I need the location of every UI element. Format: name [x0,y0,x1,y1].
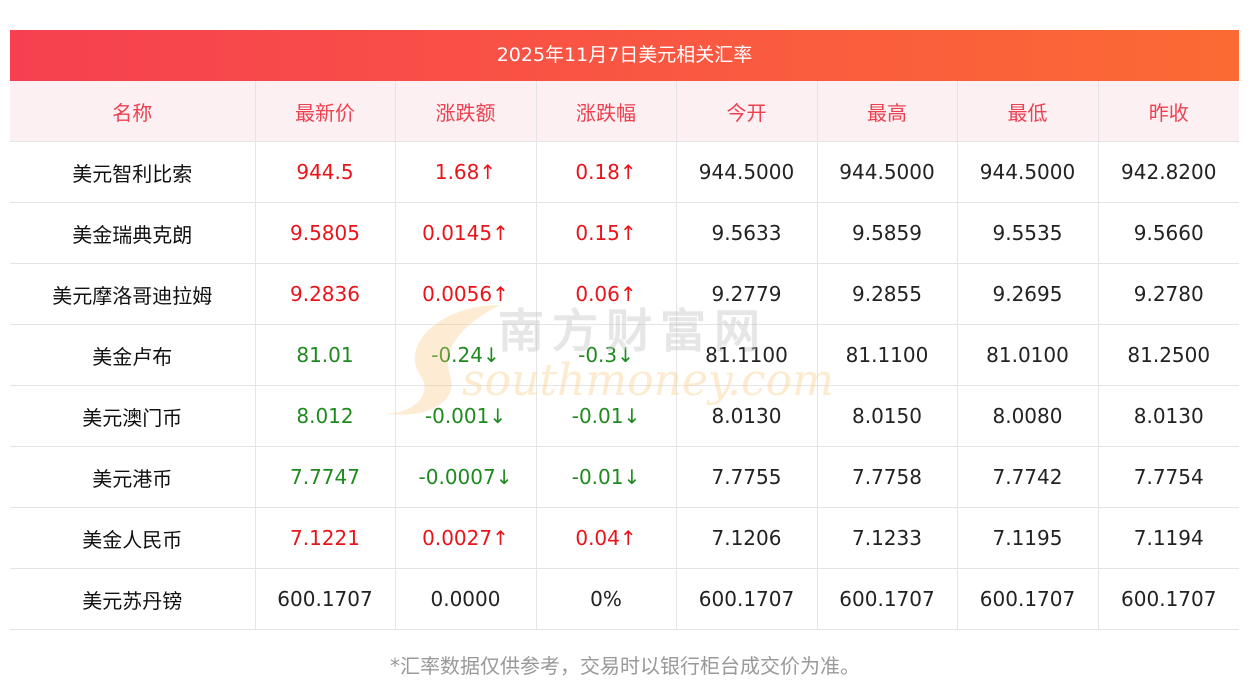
table-row: 美元苏丹镑 600.1707 0.0000 0% 600.1707 600.1707 600… [10,568,1239,630]
table-title: 2025年11月7日美元相关汇率 [10,30,1239,81]
column-header-prev-close: 昨收 [1098,81,1239,142]
cell-prev-close: 600.1707 [1098,568,1239,630]
cell-name: 美元智利比索 [10,141,256,203]
cell-prev-close: 7.7754 [1098,446,1239,508]
cell-high: 8.0150 [817,385,958,447]
table-row: 美金卢布 81.01 -0.24↓ -0.3↓ 81.1100 81.1100 81.010… [10,324,1239,386]
cell-change: 0.0056↑ [395,263,537,325]
column-header-low: 最低 [957,81,1099,142]
cell-change: 0.0145↑ [395,202,537,264]
cell-change: -0.0007↓ [395,446,537,508]
cell-change: -0.24↓ [395,324,537,386]
disclaimer-note: *汇率数据仅供参考，交易时以银行柜台成交价为准。 [390,654,860,678]
cell-change-pct: -0.01↓ [536,385,677,447]
cell-low: 81.0100 [957,324,1099,386]
cell-low: 8.0080 [957,385,1099,447]
column-header-high: 最高 [817,81,958,142]
cell-change-pct: 0.04↑ [536,507,677,569]
cell-name: 美元苏丹镑 [10,568,256,630]
cell-latest: 8.012 [255,385,396,447]
cell-name: 美金卢布 [10,324,256,386]
cell-change: 1.68↑ [395,141,537,203]
cell-high: 9.2855 [817,263,958,325]
cell-latest: 600.1707 [255,568,396,630]
column-header-name: 名称 [10,81,256,142]
column-header-change-pct: 涨跌幅 [536,81,677,142]
cell-latest: 81.01 [255,324,396,386]
cell-name: 美元澳门币 [10,385,256,447]
cell-change: 0.0027↑ [395,507,537,569]
cell-high: 81.1100 [817,324,958,386]
cell-high: 7.1233 [817,507,958,569]
cell-high: 7.7758 [817,446,958,508]
cell-latest: 9.2836 [255,263,396,325]
cell-low: 944.5000 [957,141,1099,203]
column-header-latest: 最新价 [255,81,396,142]
cell-change: -0.001↓ [395,385,537,447]
cell-name: 美元港币 [10,446,256,508]
cell-prev-close: 7.1194 [1098,507,1239,569]
cell-open: 600.1707 [676,568,818,630]
cell-open: 9.5633 [676,202,818,264]
cell-prev-close: 942.8200 [1098,141,1239,203]
cell-prev-close: 9.2780 [1098,263,1239,325]
cell-change-pct: 0% [536,568,677,630]
cell-low: 7.1195 [957,507,1099,569]
cell-latest: 7.7747 [255,446,396,508]
cell-open: 944.5000 [676,141,818,203]
table-row: 美金瑞典克朗 9.5805 0.0145↑ 0.15↑ 9.5633 9.5859 9.55… [10,202,1239,264]
cell-open: 9.2779 [676,263,818,325]
cell-high: 9.5859 [817,202,958,264]
cell-low: 600.1707 [957,568,1099,630]
cell-latest: 7.1221 [255,507,396,569]
cell-change-pct: 0.18↑ [536,141,677,203]
cell-change-pct: 0.06↑ [536,263,677,325]
cell-open: 7.1206 [676,507,818,569]
table-row: 美元港币 7.7747 -0.0007↓ -0.01↓ 7.7755 7.7758 7.77… [10,446,1239,508]
cell-low: 7.7742 [957,446,1099,508]
cell-name: 美元摩洛哥迪拉姆 [10,263,256,325]
cell-change-pct: 0.15↑ [536,202,677,264]
rates-panel: 2025年11月7日美元相关汇率 名称 最新价 涨跌额 涨跌幅 今开 最高 最低… [10,30,1239,630]
cell-prev-close: 81.2500 [1098,324,1239,386]
cell-open: 8.0130 [676,385,818,447]
cell-high: 600.1707 [817,568,958,630]
cell-latest: 944.5 [255,141,396,203]
table-row: 美元澳门币 8.012 -0.001↓ -0.01↓ 8.0130 8.0150 8.008… [10,385,1239,447]
rates-table: 名称 最新价 涨跌额 涨跌幅 今开 最高 最低 昨收 美元智利比索 944.5 1.… [10,81,1239,630]
cell-low: 9.5535 [957,202,1099,264]
header-row: 名称 最新价 涨跌额 涨跌幅 今开 最高 最低 昨收 [10,81,1239,142]
cell-high: 944.5000 [817,141,958,203]
cell-open: 7.7755 [676,446,818,508]
cell-change-pct: -0.01↓ [536,446,677,508]
table-row: 美元摩洛哥迪拉姆 9.2836 0.0056↑ 0.06↑ 9.2779 9.2855 9.… [10,263,1239,325]
cell-low: 9.2695 [957,263,1099,325]
cell-change-pct: -0.3↓ [536,324,677,386]
cell-change: 0.0000 [395,568,537,630]
cell-prev-close: 8.0130 [1098,385,1239,447]
cell-name: 美金瑞典克朗 [10,202,256,264]
cell-name: 美金人民币 [10,507,256,569]
cell-open: 81.1100 [676,324,818,386]
column-header-open: 今开 [676,81,818,142]
cell-prev-close: 9.5660 [1098,202,1239,264]
cell-latest: 9.5805 [255,202,396,264]
table-row: 美元智利比索 944.5 1.68↑ 0.18↑ 944.5000 944.5000 944… [10,141,1239,203]
column-header-change: 涨跌额 [395,81,537,142]
table-row: 美金人民币 7.1221 0.0027↑ 0.04↑ 7.1206 7.1233 7.119… [10,507,1239,569]
